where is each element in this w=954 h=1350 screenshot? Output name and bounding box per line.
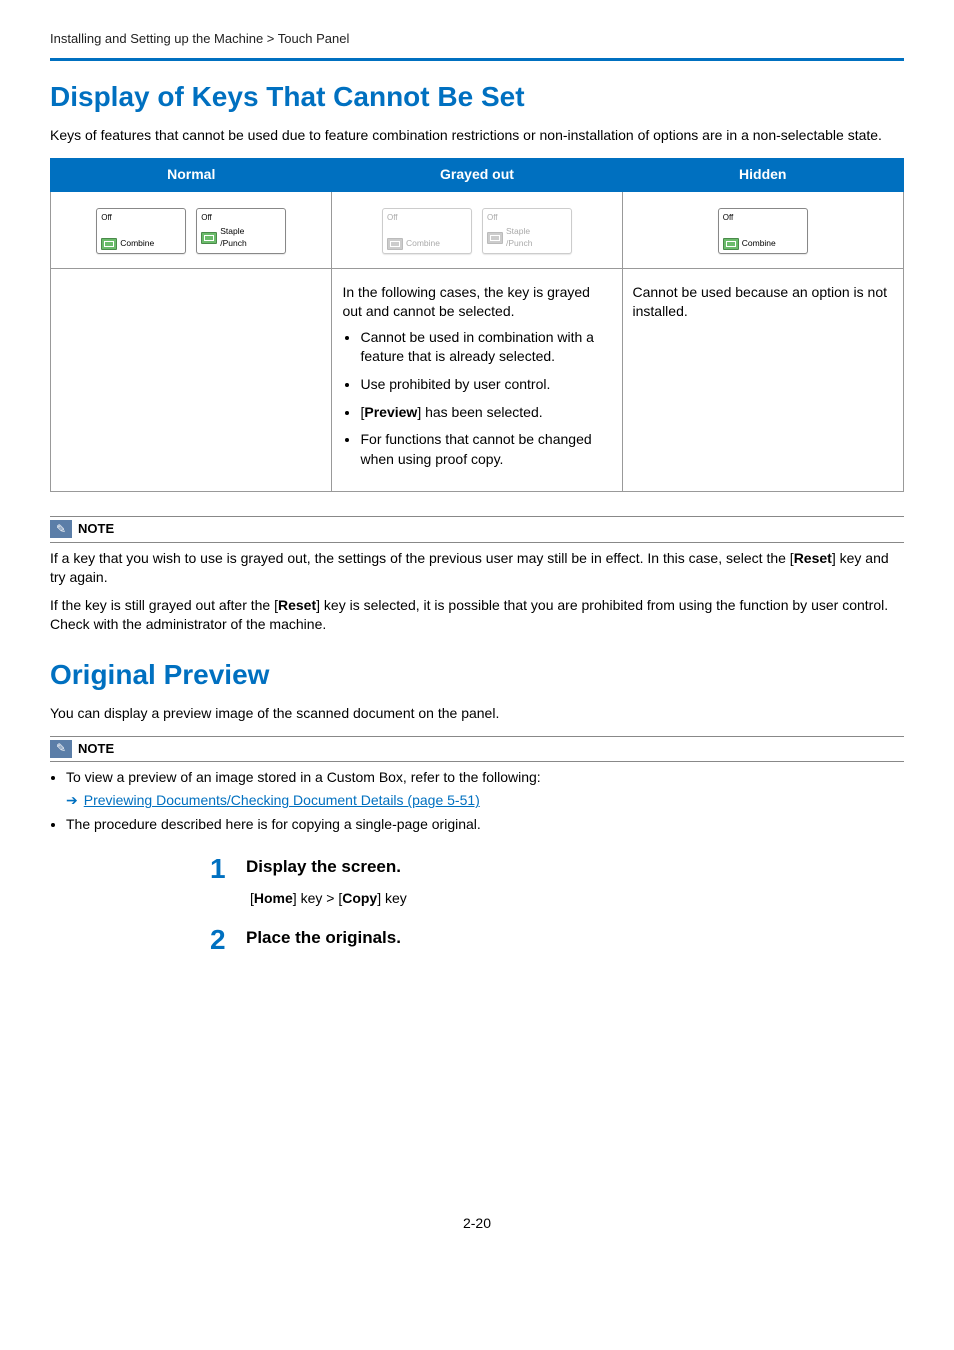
step-title-1: Display the screen. [246, 855, 401, 879]
divider-top [50, 58, 904, 61]
note2-li1: To view a preview of an image stored in … [66, 768, 904, 788]
step-title-2: Place the originals. [246, 926, 401, 950]
arrow-icon: ➔ [66, 791, 78, 811]
combine-icon [387, 238, 403, 250]
note-icon: ✎ [50, 520, 72, 538]
key-staple-normal: Off Staple/Punch [196, 208, 286, 254]
staple-icon [487, 232, 503, 244]
xref-link[interactable]: Previewing Documents/Checking Document D… [84, 791, 480, 811]
section1-intro: Keys of features that cannot be used due… [50, 126, 904, 146]
section2-intro: You can display a preview image of the s… [50, 704, 904, 724]
note1-p1: If a key that you wish to use is grayed … [50, 549, 904, 588]
key-combine-grayed: Off Combine [382, 208, 472, 254]
note-block-2: ✎ NOTE To view a preview of an image sto… [50, 736, 904, 835]
note-icon: ✎ [50, 740, 72, 758]
section2-title: Original Preview [50, 655, 904, 694]
page-number: 2-20 [50, 1214, 904, 1234]
cell-grayed-desc: In the following cases, the key is graye… [332, 268, 622, 492]
note-block-1: ✎ NOTE If a key that you wish to use is … [50, 516, 904, 635]
section1-title: Display of Keys That Cannot Be Set [50, 77, 904, 116]
col-header-normal: Normal [51, 158, 332, 191]
grayed-case-1: Cannot be used in combination with a fea… [360, 328, 611, 367]
combine-icon [723, 238, 739, 250]
grayed-case-2: Use prohibited by user control. [360, 375, 611, 395]
cell-hidden-desc: Cannot be used because an option is not … [622, 268, 904, 492]
cell-normal-desc [51, 268, 332, 492]
col-header-grayed: Grayed out [332, 158, 622, 191]
step-number-2: 2 [210, 926, 234, 954]
cell-hidden-keys: Off Combine [622, 191, 904, 268]
note-label: NOTE [78, 740, 114, 758]
step-body-1: [Home] key > [Copy] key [250, 889, 904, 909]
key-state-table: Normal Grayed out Hidden Off Combine Off… [50, 158, 904, 492]
cell-grayed-keys: Off Combine Off Staple/Punch [332, 191, 622, 268]
staple-icon [201, 232, 217, 244]
note2-li2: The procedure described here is for copy… [66, 815, 904, 835]
key-staple-grayed: Off Staple/Punch [482, 208, 572, 254]
col-header-hidden: Hidden [622, 158, 904, 191]
combine-icon [101, 238, 117, 250]
grayed-case-3: [Preview] has been selected. [360, 403, 611, 423]
grayed-case-4: For functions that cannot be changed whe… [360, 430, 611, 469]
note1-p2: If the key is still grayed out after the… [50, 596, 904, 635]
key-combine-hidden: Off Combine [718, 208, 808, 254]
key-combine-normal: Off Combine [96, 208, 186, 254]
note-label: NOTE [78, 520, 114, 538]
breadcrumb: Installing and Setting up the Machine > … [50, 30, 904, 48]
step-number-1: 1 [210, 855, 234, 883]
cell-normal-keys: Off Combine Off Staple/Punch [51, 191, 332, 268]
